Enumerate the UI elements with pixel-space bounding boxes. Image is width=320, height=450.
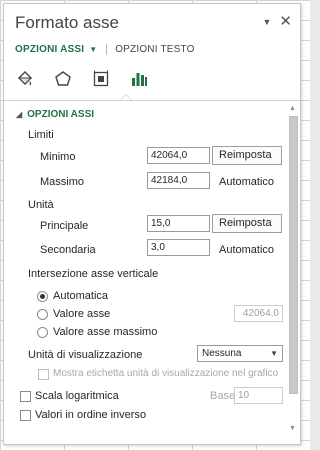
category-icons: [14, 68, 150, 90]
format-axis-pane: Formato asse ▼ ✕ OPZIONI ASSI ▼ OPZIONI …: [3, 3, 301, 445]
display-units-selected: Nessuna: [202, 348, 242, 359]
reverse-order-checkbox[interactable]: [20, 410, 31, 421]
section-header-axis-options[interactable]: ◢ OPZIONI ASSI: [16, 109, 94, 120]
log-base-label: Base: [210, 390, 236, 402]
scroll-down-icon[interactable]: ▼: [287, 424, 298, 434]
minor-unit-input[interactable]: 3,0: [147, 239, 210, 256]
major-unit-reset-button[interactable]: Reimposta: [212, 214, 282, 233]
display-units-label: Unità di visualizzazione: [28, 349, 143, 361]
minor-unit-label: Secondaria: [40, 244, 96, 256]
radio-axis-value-label[interactable]: Valore asse: [53, 308, 110, 320]
section-title: OPZIONI ASSI: [27, 109, 95, 120]
log-base-input[interactable]: 10: [234, 387, 283, 404]
radio-axis-value[interactable]: [37, 309, 48, 320]
pane-scrollbar[interactable]: ▲ ▼: [287, 104, 298, 434]
show-display-units-checkbox[interactable]: [38, 369, 49, 380]
axis-options-icon[interactable]: [128, 68, 150, 90]
pane-title-buttons: ▼ ✕: [263, 14, 293, 29]
collapse-triangle-icon[interactable]: ◢: [16, 110, 22, 119]
maximum-label: Massimo: [40, 176, 85, 188]
radio-maximum-axis-value[interactable]: [37, 327, 48, 338]
axis-options-content: ◢ OPZIONI ASSI Limiti Minimo 42064,0 Rei…: [4, 101, 286, 444]
show-display-units-label[interactable]: Mostra etichetta unità di visualizzazion…: [53, 368, 278, 379]
minimum-label: Minimo: [40, 151, 76, 163]
tab-separator: [106, 44, 108, 55]
display-units-select[interactable]: Nessuna ▼: [197, 345, 283, 362]
pane-title: Formato asse: [15, 13, 119, 32]
effects-icon[interactable]: [52, 68, 74, 90]
pane-options-dropdown-icon[interactable]: ▼: [263, 17, 272, 27]
chevron-down-icon[interactable]: ▼: [89, 45, 97, 54]
scroll-up-icon[interactable]: ▲: [287, 104, 298, 114]
minor-unit-status: Automatico: [219, 244, 275, 256]
tab-text-options[interactable]: OPZIONI TESTO: [115, 44, 194, 55]
size-properties-icon[interactable]: [90, 68, 112, 90]
minimum-input[interactable]: 42064,0: [147, 147, 210, 164]
axis-value-input[interactable]: 42064,0: [234, 305, 283, 322]
chevron-down-icon: ▼: [270, 349, 278, 358]
major-unit-input[interactable]: 15,0: [147, 215, 210, 232]
maximum-status: Automatico: [219, 176, 275, 188]
major-unit-label: Principale: [40, 220, 89, 232]
tab-axis-options[interactable]: OPZIONI ASSI: [15, 44, 84, 55]
limits-heading: Limiti: [28, 129, 54, 141]
fill-line-icon[interactable]: [14, 68, 36, 90]
log-scale-checkbox[interactable]: [20, 391, 31, 402]
log-scale-label[interactable]: Scala logaritmica: [35, 390, 119, 402]
pane-tabs: OPZIONI ASSI ▼ OPZIONI TESTO: [15, 44, 195, 55]
radio-automatic-label[interactable]: Automatica: [53, 290, 108, 302]
radio-automatic[interactable]: [37, 291, 48, 302]
radio-maximum-axis-value-label[interactable]: Valore asse massimo: [53, 326, 157, 338]
scrollbar-thumb[interactable]: [289, 116, 298, 394]
close-icon[interactable]: ✕: [279, 14, 292, 29]
reverse-order-label[interactable]: Valori in ordine inverso: [35, 409, 146, 421]
units-heading: Unità: [28, 199, 54, 211]
vertical-axis-crosses-heading: Intersezione asse verticale: [28, 268, 159, 280]
minimum-reset-button[interactable]: Reimposta: [212, 146, 282, 165]
maximum-input[interactable]: 42184,0: [147, 172, 210, 189]
